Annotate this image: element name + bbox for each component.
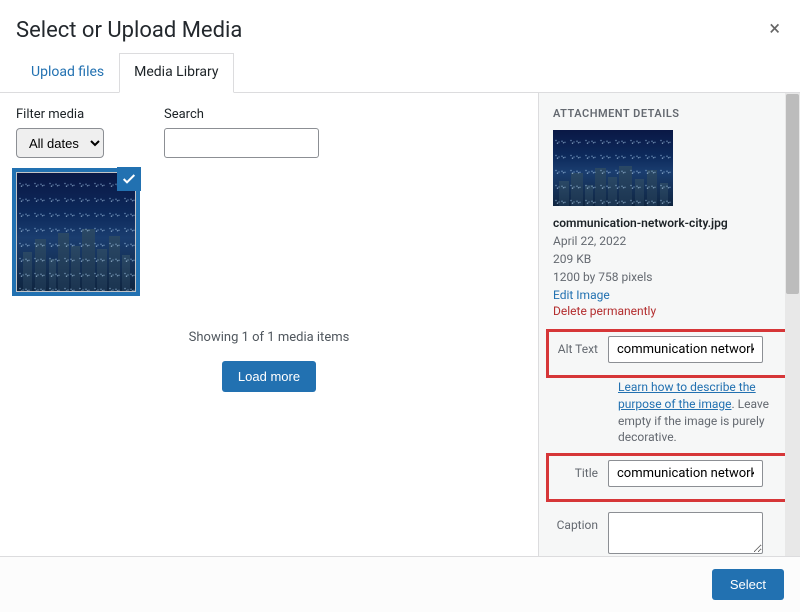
edit-image-link[interactable]: Edit Image xyxy=(553,288,786,302)
modal-body: Filter media All dates Search xyxy=(0,93,800,612)
tab-bar: Upload files Media Library xyxy=(0,53,800,93)
media-modal: Select or Upload Media × Upload files Me… xyxy=(0,0,800,612)
filter-label: Filter media xyxy=(16,107,104,122)
search-label: Search xyxy=(164,107,319,122)
attachment-date: April 22, 2022 xyxy=(553,232,786,250)
checkmark-icon xyxy=(117,167,141,191)
media-thumbnail[interactable] xyxy=(16,172,136,292)
media-browser: Filter media All dates Search xyxy=(0,93,538,612)
attachment-details-sidebar: ATTACHMENT DETAILS commu xyxy=(538,93,800,612)
alt-text-label: Alt Text xyxy=(553,336,608,356)
modal-footer: Select xyxy=(0,556,800,612)
title-input[interactable] xyxy=(608,460,763,487)
attachment-filename: communication-network-city.jpg xyxy=(553,216,786,230)
alt-text-input[interactable] xyxy=(608,336,763,363)
search-group: Search xyxy=(164,107,319,158)
caption-label: Caption xyxy=(553,512,608,532)
scrollbar[interactable] xyxy=(785,93,800,612)
media-grid xyxy=(16,172,522,292)
filter-group: Filter media All dates xyxy=(16,107,104,158)
delete-permanently-link[interactable]: Delete permanently xyxy=(553,304,786,318)
attachment-fields: Alt Text Learn how to describe the purpo… xyxy=(553,329,786,558)
modal-title: Select or Upload Media xyxy=(16,18,242,43)
alt-text-help: Learn how to describe the purpose of the… xyxy=(618,379,786,446)
attachment-filesize: 209 KB xyxy=(553,250,786,268)
alt-text-highlight: Alt Text xyxy=(546,329,793,378)
caption-input[interactable] xyxy=(608,512,763,554)
title-highlight: Title xyxy=(546,453,793,502)
date-filter-select[interactable]: All dates xyxy=(16,128,104,158)
tab-upload-files[interactable]: Upload files xyxy=(16,53,119,93)
media-toolbar: Filter media All dates Search xyxy=(16,107,522,158)
sidebar-heading: ATTACHMENT DETAILS xyxy=(553,107,786,120)
attachment-dimensions: 1200 by 758 pixels xyxy=(553,268,786,286)
modal-header: Select or Upload Media × xyxy=(0,0,800,53)
attachment-preview xyxy=(553,130,673,206)
search-input[interactable] xyxy=(164,128,319,158)
tab-media-library[interactable]: Media Library xyxy=(119,53,233,93)
load-more-button[interactable]: Load more xyxy=(222,361,316,392)
media-count-status: Showing 1 of 1 media items xyxy=(16,330,522,345)
select-button[interactable]: Select xyxy=(712,569,784,600)
close-icon[interactable]: × xyxy=(765,18,784,38)
title-label: Title xyxy=(553,460,608,480)
